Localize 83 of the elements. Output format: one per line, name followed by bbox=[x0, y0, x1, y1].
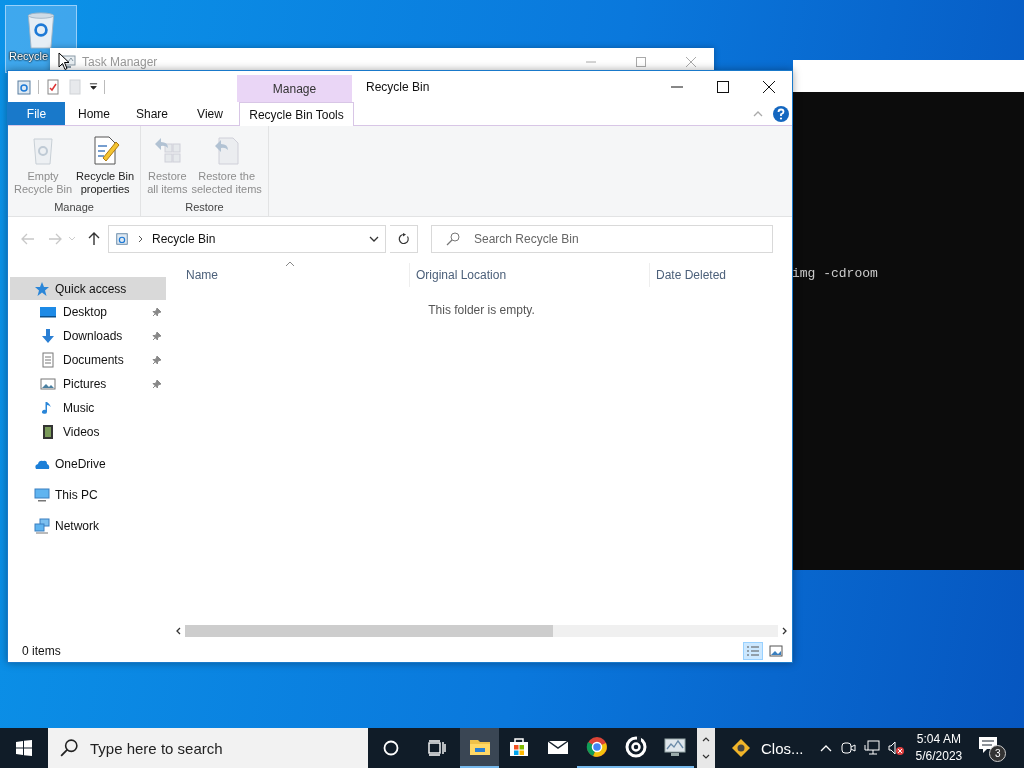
pin-icon[interactable] bbox=[152, 331, 162, 341]
clock-date: 5/6/2023 bbox=[915, 748, 963, 765]
picture-icon bbox=[40, 376, 56, 392]
recycle-bin-icon bbox=[115, 232, 129, 246]
refresh-button[interactable] bbox=[390, 225, 418, 253]
clock[interactable]: 5:04 AM 5/6/2023 bbox=[915, 731, 963, 765]
chevron-up-icon[interactable] bbox=[819, 744, 832, 752]
cortana-circle-icon[interactable] bbox=[382, 740, 400, 756]
context-tab-group: Manage bbox=[237, 75, 352, 102]
view-button[interactable] bbox=[766, 642, 786, 660]
ribbon-group-label: Restore bbox=[184, 201, 225, 215]
target-icon bbox=[623, 735, 648, 759]
item-count: 0 items bbox=[22, 644, 61, 658]
column-header[interactable]: Name bbox=[171, 263, 409, 287]
browser-icon bbox=[584, 735, 609, 759]
camera-icon[interactable] bbox=[839, 740, 856, 756]
notification-badge: 3 bbox=[989, 745, 1007, 762]
navigation-item[interactable]: Documents bbox=[8, 348, 166, 372]
close-icon[interactable] bbox=[763, 80, 775, 93]
search-icon bbox=[60, 739, 78, 757]
column-header[interactable]: Original Location bbox=[409, 263, 649, 287]
star-icon bbox=[34, 280, 50, 297]
navigation-item[interactable]: Downloads bbox=[8, 324, 166, 348]
maximize-icon[interactable] bbox=[717, 80, 729, 93]
dropdown-icon[interactable] bbox=[369, 236, 379, 242]
search-input[interactable]: Search Recycle Bin bbox=[472, 231, 772, 247]
ribbon-tab[interactable]: Recycle Bin Tools bbox=[239, 102, 354, 126]
chevron-icon bbox=[138, 235, 144, 243]
ribbon-tab[interactable]: View bbox=[181, 102, 239, 125]
navigation-item[interactable]: Pictures bbox=[8, 372, 166, 396]
ribbon-command[interactable]: Recycle Bin properties bbox=[74, 126, 137, 201]
ribbon-group-label: Manage bbox=[53, 201, 95, 215]
navigation-item[interactable]: OneDrive bbox=[8, 452, 166, 475]
scroll-right-icon[interactable] bbox=[782, 627, 788, 635]
taskbar-search-field[interactable]: Type here to search bbox=[48, 728, 368, 768]
ribbon-tab[interactable]: File bbox=[8, 102, 65, 125]
large-icons-view-icon bbox=[769, 645, 783, 657]
network-icon bbox=[34, 517, 50, 534]
volume-muted-icon[interactable] bbox=[887, 740, 904, 756]
terminal-line: img -cdroom bbox=[792, 266, 879, 281]
navigation-item[interactable]: Network bbox=[8, 514, 166, 537]
refresh-icon bbox=[397, 233, 410, 245]
window-title: Recycle Bin bbox=[366, 79, 430, 94]
scroll-left-icon[interactable] bbox=[175, 627, 181, 635]
taskbar-search-input[interactable]: Type here to search bbox=[88, 738, 368, 758]
navigation-item[interactable]: This PC bbox=[8, 483, 166, 506]
download-arrow-icon bbox=[40, 328, 56, 344]
search-icon bbox=[446, 232, 460, 246]
computer-icon bbox=[34, 486, 50, 503]
pin-icon[interactable] bbox=[152, 355, 162, 365]
help-icon[interactable] bbox=[773, 105, 789, 122]
clock-time: 5:04 AM bbox=[916, 731, 961, 748]
monitor-icon bbox=[662, 735, 687, 759]
properties-icon[interactable] bbox=[45, 78, 61, 95]
pin-icon[interactable] bbox=[152, 307, 162, 317]
search-field[interactable]: Search Recycle Bin bbox=[431, 225, 773, 253]
ribbon-tab[interactable]: Home bbox=[65, 102, 123, 125]
empty-folder-message: This folder is empty. bbox=[427, 303, 536, 317]
navigation-item[interactable]: Quick access bbox=[10, 277, 166, 300]
window-title: Task Manager bbox=[82, 55, 158, 69]
desktop-icon bbox=[40, 304, 56, 320]
pin-icon[interactable] bbox=[152, 379, 162, 389]
navigation-item[interactable]: Desktop bbox=[8, 300, 166, 324]
up-icon[interactable] bbox=[88, 232, 100, 246]
document-icon bbox=[40, 352, 56, 368]
windows-logo-icon bbox=[16, 740, 32, 756]
navigation-item[interactable]: Music bbox=[8, 396, 166, 420]
scrollbar-thumb[interactable] bbox=[185, 625, 553, 637]
recycle-bin-icon bbox=[16, 78, 32, 95]
dropdown-icon[interactable] bbox=[89, 82, 98, 91]
network-icon[interactable] bbox=[863, 740, 880, 756]
address-bar[interactable]: Recycle Bin bbox=[108, 225, 386, 253]
task-view-icon[interactable] bbox=[428, 740, 446, 756]
navigation-item[interactable]: Videos bbox=[8, 420, 166, 444]
details-view-icon bbox=[746, 645, 760, 657]
taskbar-app-button[interactable] bbox=[460, 728, 499, 768]
diamond-icon bbox=[731, 738, 751, 758]
address-path: Recycle Bin bbox=[152, 232, 216, 246]
ribbon-tab[interactable]: Share bbox=[123, 102, 181, 125]
film-icon bbox=[40, 424, 56, 440]
taskbar-app-button[interactable]: Clos... bbox=[715, 728, 814, 768]
column-header[interactable]: Date Deleted bbox=[649, 263, 792, 287]
desktop-icon-label: Recycle bbox=[9, 50, 49, 62]
